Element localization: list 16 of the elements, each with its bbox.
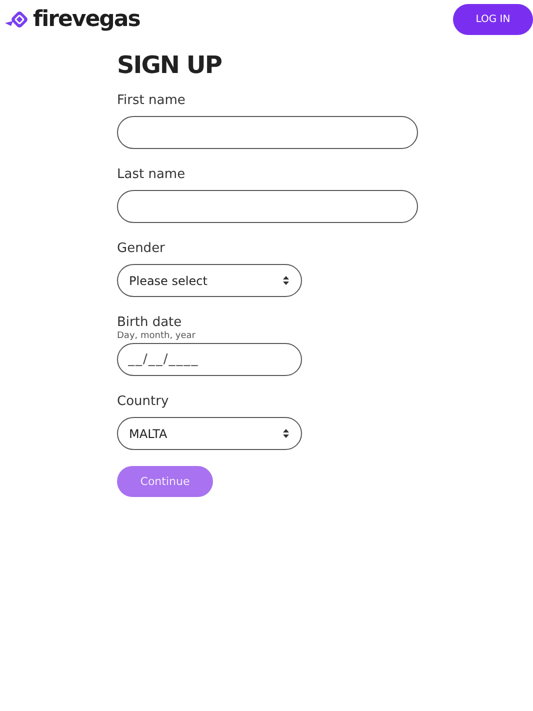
- page-title: SIGN UP: [117, 51, 222, 79]
- sort-arrows-icon: [283, 276, 289, 285]
- field-hint: Day, month, year: [117, 331, 197, 341]
- date-field[interactable]: __/__/____: [117, 343, 302, 376]
- login-button[interactable]: LOG IN: [453, 4, 533, 35]
- text-field[interactable]: [117, 190, 418, 223]
- brand-logo: firevegas: [33, 7, 140, 32]
- field-label: First name: [117, 93, 186, 108]
- select-field[interactable]: Please select: [117, 264, 302, 297]
- sort-arrows-icon: [283, 429, 289, 438]
- select-field[interactable]: MALTA: [117, 417, 302, 450]
- field-label: Gender: [117, 241, 166, 256]
- text-field[interactable]: [117, 116, 418, 149]
- field-label: Last name: [117, 167, 186, 182]
- field-label: Country: [117, 394, 170, 409]
- field-label: Birth date: [117, 315, 183, 330]
